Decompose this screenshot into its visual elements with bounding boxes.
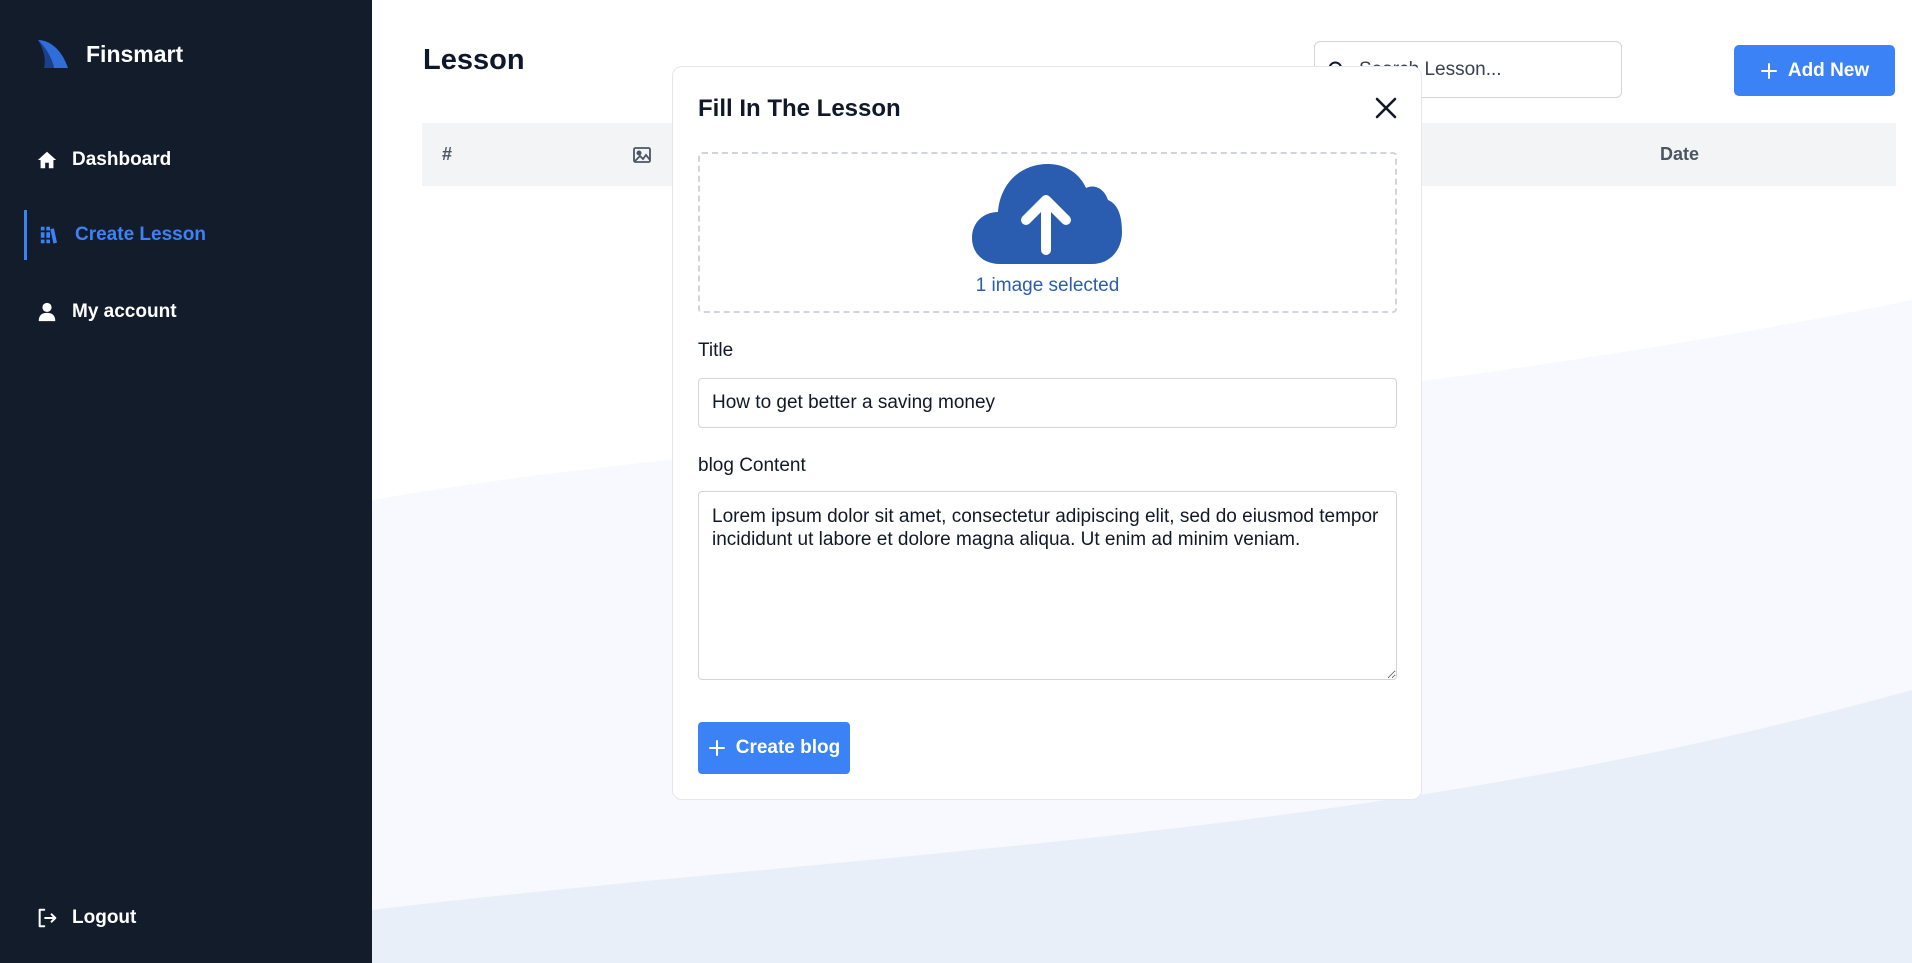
cloud-upload-icon [972, 164, 1122, 264]
create-blog-button[interactable]: Create blog [698, 722, 850, 774]
lesson-modal: Fill In The Lesson 1 image selected Titl… [672, 66, 1422, 800]
plus-icon [708, 740, 725, 756]
content-textarea[interactable]: Lorem ipsum dolor sit amet, consectetur … [698, 491, 1397, 680]
column-header-date: Date [1660, 144, 1700, 164]
add-new-label: Add New [1787, 59, 1870, 81]
sidebar-item-label: Create Lesson [75, 224, 206, 245]
modal-title: Fill In The Lesson [698, 95, 901, 122]
image-icon [633, 147, 651, 163]
logout-button[interactable]: Logout [24, 893, 136, 943]
sidebar-item-label: Dashboard [72, 149, 172, 170]
title-input[interactable] [698, 378, 1397, 428]
finsmart-logo-icon [38, 40, 68, 68]
content-label: blog Content [698, 455, 806, 476]
column-header-number: # [442, 144, 453, 164]
sidebar-item-my-account[interactable]: My account [24, 287, 177, 337]
title-label: Title [698, 340, 734, 361]
books-icon [40, 226, 57, 244]
sidebar-item-dashboard[interactable]: Dashboard [24, 135, 171, 185]
home-icon [37, 151, 57, 169]
plus-icon [1760, 62, 1777, 79]
sidebar-item-label: My account [72, 301, 177, 322]
brand-name: Finsmart [86, 40, 184, 67]
image-upload-dropzone[interactable]: 1 image selected [698, 152, 1397, 313]
upload-status: 1 image selected [975, 275, 1120, 296]
add-new-button[interactable]: Add New [1734, 45, 1895, 96]
sidebar: Finsmart Dashboard Create Lesson My acco… [0, 0, 372, 963]
sidebar-item-create-lesson[interactable]: Create Lesson [24, 210, 206, 260]
brand[interactable]: Finsmart [36, 36, 183, 72]
close-icon[interactable] [1373, 95, 1399, 121]
page-title: Lesson [423, 44, 525, 76]
logout-label: Logout [72, 907, 137, 928]
user-icon [38, 302, 56, 322]
logout-icon [38, 908, 57, 928]
create-blog-label: Create blog [735, 737, 841, 758]
